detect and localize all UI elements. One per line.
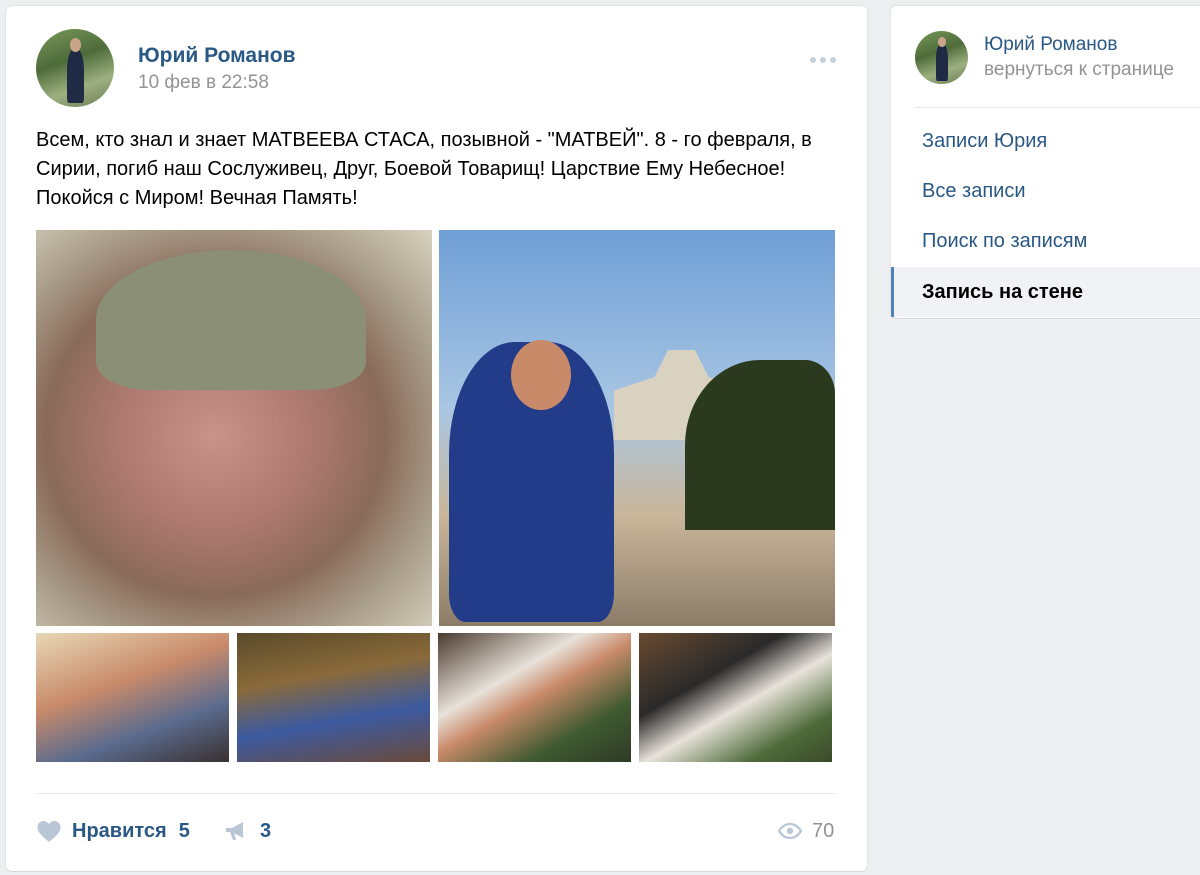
sidebar-panel: Юрий Романов вернуться к странице Записи… <box>891 6 1200 318</box>
photo-3[interactable] <box>36 633 229 762</box>
more-dots-icon[interactable] <box>806 50 840 70</box>
views-counter: 70 <box>778 818 834 844</box>
views-count: 70 <box>812 819 835 842</box>
eye-icon <box>778 823 802 839</box>
sidebar-name[interactable]: Юрий Романов <box>984 34 1117 56</box>
like-count: 5 <box>178 819 190 842</box>
menu-item-user-posts[interactable]: Записи Юрия <box>891 116 1200 166</box>
photo-1[interactable] <box>36 230 432 626</box>
author-avatar[interactable] <box>36 29 114 107</box>
share-button[interactable]: 3 <box>224 818 271 844</box>
author-name[interactable]: Юрий Романов <box>138 44 296 68</box>
menu-item-search-posts[interactable]: Поиск по записям <box>891 216 1200 266</box>
back-to-page-link[interactable]: вернуться к странице <box>984 59 1174 81</box>
post-date[interactable]: 10 фев в 22:58 <box>138 72 269 94</box>
photo-2[interactable] <box>439 230 835 626</box>
post-text: Всем, кто знал и знает МАТВЕЕВА СТАСА, п… <box>36 129 812 209</box>
photo-6[interactable] <box>639 633 832 762</box>
heart-icon <box>37 820 61 842</box>
menu-item-all-posts[interactable]: Все записи <box>891 166 1200 216</box>
megaphone-icon <box>226 822 243 840</box>
photo-5[interactable] <box>438 633 631 762</box>
menu-item-wall-post-active[interactable]: Запись на стене <box>891 267 1200 317</box>
share-count: 3 <box>260 819 272 842</box>
wall-post: Юрий Романов 10 фев в 22:58 Всем, кто зн… <box>6 6 867 871</box>
like-button[interactable]: Нравится 5 <box>36 818 190 844</box>
photo-4[interactable] <box>237 633 430 762</box>
post-divider <box>36 793 836 794</box>
sidebar-avatar[interactable] <box>915 31 968 84</box>
like-label: Нравится <box>72 819 167 842</box>
sidebar-divider <box>915 107 1200 108</box>
